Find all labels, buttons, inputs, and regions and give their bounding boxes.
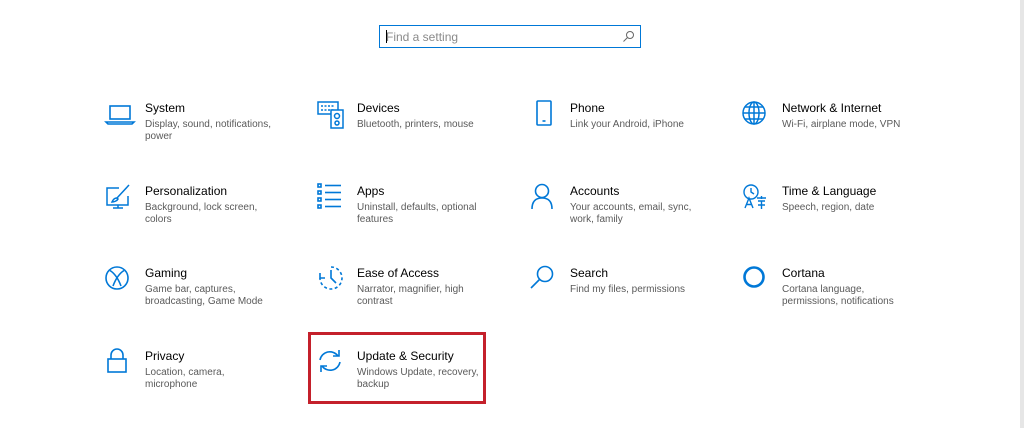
- tile-gaming-desc: Game bar, captures, broadcasting, Game M…: [145, 284, 263, 307]
- paintbrush-icon: [105, 184, 135, 214]
- tile-gaming[interactable]: Gaming Game bar, captures, broadcasting,…: [105, 266, 305, 328]
- tile-system-desc: Display, sound, notifications, power: [145, 119, 271, 142]
- tile-phone-desc: Link your Android, iPhone: [570, 119, 684, 130]
- tile-accounts-desc: Your accounts, email, sync, work, family: [570, 202, 692, 225]
- tile-phone-title: Phone: [570, 101, 605, 115]
- tile-privacy-title: Privacy: [145, 349, 185, 363]
- tile-apps[interactable]: Apps Uninstall, defaults, optional featu…: [317, 183, 517, 246]
- tile-time-language-desc: Speech, region, date: [782, 202, 875, 213]
- magnifier-icon: [530, 265, 560, 296]
- globe-icon: [742, 101, 772, 131]
- xbox-icon: [105, 266, 135, 296]
- search-box[interactable]: [379, 25, 641, 48]
- tile-network-desc: Wi-Fi, airplane mode, VPN: [782, 119, 901, 130]
- language-icon: [742, 184, 772, 214]
- ease-of-access-icon: [317, 266, 347, 296]
- tile-network-title: Network & Internet: [782, 101, 882, 115]
- tile-system[interactable]: System Display, sound, notifications, po…: [104, 101, 305, 163]
- tile-cortana[interactable]: Cortana Cortana language, permissions, n…: [742, 266, 942, 328]
- apps-list-icon: [317, 183, 347, 214]
- tile-personalization-title: Personalization: [145, 184, 228, 198]
- tile-privacy-desc: Location, camera, microphone: [145, 367, 225, 390]
- tile-cortana-title: Cortana: [782, 266, 825, 280]
- cortana-ring-icon: [742, 266, 772, 296]
- tile-personalization-desc: Background, lock screen, colors: [145, 202, 258, 225]
- search-input[interactable]: [386, 28, 618, 45]
- tile-gaming-title: Gaming: [145, 266, 188, 280]
- tile-devices[interactable]: Devices Bluetooth, printers, mouse: [317, 101, 517, 163]
- tile-ease-of-access-desc: Narrator, magnifier, high contrast: [357, 284, 464, 307]
- tile-personalization[interactable]: Personalization Background, lock screen,…: [105, 184, 305, 246]
- text-caret: [386, 30, 387, 43]
- search-icon[interactable]: [622, 30, 635, 43]
- person-icon: [530, 183, 560, 214]
- keyboard-speaker-icon: [317, 101, 347, 131]
- tile-cortana-desc: Cortana language, permissions, notificat…: [782, 284, 894, 307]
- tile-ease-of-access-title: Ease of Access: [357, 266, 440, 280]
- tile-time-language-title: Time & Language: [782, 184, 877, 198]
- tile-privacy[interactable]: Privacy Location, camera, microphone: [105, 348, 305, 411]
- tile-system-title: System: [145, 101, 186, 115]
- tile-search-title: Search: [570, 266, 609, 280]
- tile-devices-title: Devices: [357, 101, 400, 115]
- lock-icon: [105, 348, 135, 379]
- laptop-icon: [104, 101, 136, 131]
- tile-ease-of-access[interactable]: Ease of Access Narrator, magnifier, high…: [317, 266, 517, 328]
- tile-apps-desc: Uninstall, defaults, optional features: [357, 202, 477, 225]
- tile-devices-desc: Bluetooth, printers, mouse: [357, 119, 474, 130]
- highlight-box: [308, 332, 486, 404]
- tile-phone[interactable]: Phone Link your Android, iPhone: [530, 100, 730, 163]
- tile-accounts[interactable]: Accounts Your accounts, email, sync, wor…: [530, 183, 730, 246]
- window-edge: [1020, 0, 1024, 428]
- tile-network[interactable]: Network & Internet Wi-Fi, airplane mode,…: [742, 101, 942, 163]
- tile-apps-title: Apps: [357, 184, 385, 198]
- tile-accounts-title: Accounts: [570, 184, 620, 198]
- tile-search[interactable]: Search Find my files, permissions: [530, 265, 730, 328]
- phone-icon: [530, 100, 560, 131]
- tile-time-language[interactable]: Time & Language Speech, region, date: [742, 184, 942, 246]
- tile-search-desc: Find my files, permissions: [570, 284, 686, 295]
